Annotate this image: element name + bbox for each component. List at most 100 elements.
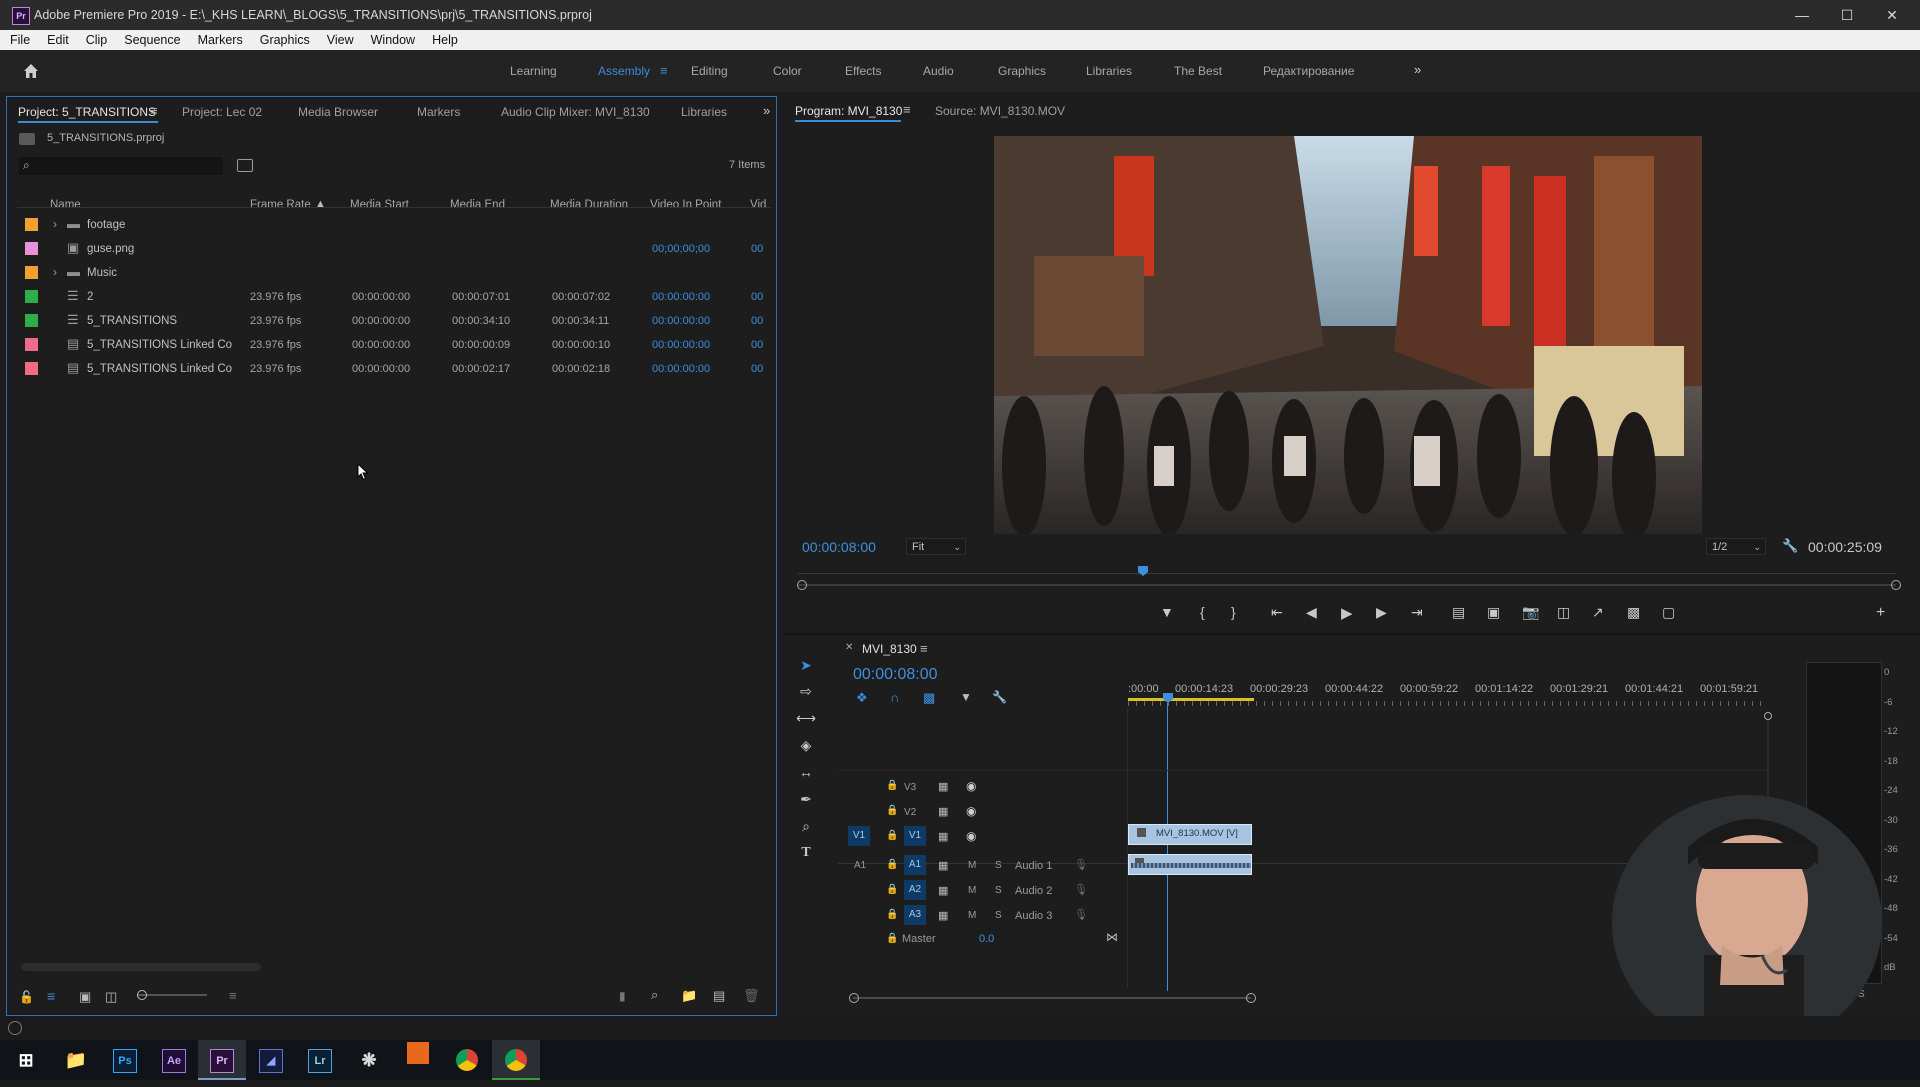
safe-margins-icon[interactable]: ▢ — [1662, 604, 1675, 621]
sync-lock-icon[interactable]: ▦ — [938, 909, 948, 922]
zoom-handle-left[interactable] — [797, 580, 807, 590]
column-media-end[interactable]: Media End — [450, 199, 505, 211]
linked-selection-icon[interactable]: ▩ — [923, 690, 935, 706]
lock-icon[interactable]: 🔓 — [19, 990, 34, 1004]
panel-menu-icon[interactable]: ≡ — [150, 103, 158, 118]
cell-vid[interactable]: 00 — [751, 315, 763, 327]
tab-media-browser[interactable]: Media Browser — [298, 105, 378, 119]
resolution-dropdown[interactable]: 1/2 ⌄ — [1706, 538, 1766, 555]
project-item-row[interactable]: › ▬ Music — [9, 261, 769, 285]
export-frame-icon[interactable]: 📷 — [1522, 604, 1539, 621]
maximize-button[interactable]: ☐ — [1825, 0, 1869, 30]
program-timecode[interactable]: 00:00:08:00 — [802, 539, 876, 555]
column-name[interactable]: Name — [50, 199, 81, 211]
track-target-label[interactable]: V1 — [904, 826, 926, 846]
source-patch-a1[interactable]: A1 — [854, 860, 866, 871]
list-view-icon[interactable]: ≡ — [47, 988, 55, 1004]
panel-overflow-icon[interactable]: » — [763, 103, 770, 118]
label-color-swatch[interactable] — [25, 218, 38, 231]
pen-tool-icon[interactable]: ✒ — [796, 789, 816, 809]
chrome-icon[interactable] — [443, 1040, 491, 1080]
add-marker-icon[interactable]: ▼ — [960, 690, 972, 704]
automate-to-sequence-icon[interactable]: ▮ — [619, 989, 626, 1003]
audio-clip[interactable] — [1128, 854, 1252, 875]
sequence-tab[interactable]: MVI_8130 — [862, 642, 917, 656]
minimize-button[interactable]: — — [1780, 0, 1824, 30]
workspace-libraries[interactable]: Libraries — [1086, 64, 1132, 78]
cell-in[interactable]: 00:00:00:00 — [652, 291, 710, 303]
tab-libraries[interactable]: Libraries — [681, 105, 727, 119]
column-video-in-point[interactable]: Video In Point — [650, 199, 721, 211]
workspace-russian[interactable]: Редактирование — [1263, 64, 1354, 78]
label-color-swatch[interactable] — [25, 290, 38, 303]
mark-in-icon[interactable]: { — [1200, 604, 1205, 620]
mute-button[interactable]: M — [968, 910, 976, 921]
close-button[interactable]: ✕ — [1870, 0, 1914, 30]
type-tool-icon[interactable]: T — [796, 843, 816, 863]
track-lock-icon[interactable]: 🔒 — [886, 830, 898, 841]
sync-lock-icon[interactable]: ▦ — [938, 780, 948, 793]
timeline-zoom-right-handle[interactable] — [1246, 993, 1256, 1003]
freeform-view-icon[interactable]: ◫ — [105, 989, 117, 1005]
microphone-icon[interactable]: 🎙 — [1074, 883, 1088, 896]
sort-icons-icon[interactable]: ≡ — [229, 988, 237, 1003]
button-editor-plus-icon[interactable]: + — [1876, 604, 1885, 622]
solo-button[interactable]: S — [995, 910, 1002, 921]
workspace-menu-icon[interactable]: ≡ — [660, 63, 668, 78]
menu-help[interactable]: Help — [422, 30, 465, 47]
find-icon[interactable]: ⌕ — [651, 987, 658, 1003]
tab-project-5-transitions[interactable]: Project: 5_TRANSITIONS — [18, 105, 156, 119]
track-target-label[interactable]: V2 — [904, 807, 916, 818]
track-lock-icon[interactable]: 🔒 — [886, 805, 898, 816]
timeline-zoom-left-handle[interactable] — [849, 993, 859, 1003]
zoom-tool-icon[interactable]: ⌕ — [796, 816, 816, 836]
timeline-settings-icon[interactable]: 🔧 — [992, 690, 1007, 704]
menu-window[interactable]: Window — [361, 30, 422, 47]
menu-markers[interactable]: Markers — [188, 30, 250, 47]
home-icon[interactable] — [22, 62, 40, 80]
track-lock-icon[interactable]: 🔒 — [886, 884, 898, 895]
cell-vid[interactable]: 00 — [751, 291, 763, 303]
workspace-graphics[interactable]: Graphics — [998, 64, 1046, 78]
panel-menu-icon[interactable]: ≡ — [903, 102, 911, 117]
mark-out-icon[interactable]: } — [1231, 604, 1236, 620]
workspace-learning[interactable]: Learning — [510, 64, 557, 78]
zoom-slider[interactable] — [137, 994, 207, 996]
cell-vid[interactable]: 00 — [751, 339, 763, 351]
track-select-tool-icon[interactable]: ⇨ — [796, 681, 816, 701]
go-to-out-icon[interactable]: ⇥ — [1411, 604, 1423, 621]
sync-lock-icon[interactable]: ▦ — [938, 805, 948, 818]
project-item-row[interactable]: ▣ guse.png 00;00;00;00 00 — [9, 237, 769, 261]
timeline-timecode[interactable]: 00:00:08:00 — [853, 666, 938, 684]
menu-sequence[interactable]: Sequence — [114, 30, 187, 47]
premiere-taskbar-icon[interactable]: Pr — [198, 1040, 246, 1080]
video-clip[interactable]: MVI_8130.MOV [V] — [1128, 824, 1252, 845]
search-input[interactable]: ⌕ — [19, 157, 223, 175]
tab-project-lec-02[interactable]: Project: Lec 02 — [182, 105, 262, 119]
workspace-audio[interactable]: Audio — [923, 64, 954, 78]
nest-toggle-icon[interactable]: ❖ — [856, 690, 868, 706]
project-item-row[interactable]: ▤ 5_TRANSITIONS Linked Co 23.976 fps 00:00:… — [9, 357, 769, 381]
mute-button[interactable]: M — [968, 860, 976, 871]
track-lock-icon[interactable]: 🔒 — [886, 780, 898, 791]
new-bin-icon[interactable]: 📁 — [681, 988, 697, 1004]
photoshop-icon[interactable]: Ps — [101, 1040, 149, 1080]
snap-icon[interactable]: ∩ — [890, 690, 899, 705]
label-color-swatch[interactable] — [25, 242, 38, 255]
sync-lock-icon[interactable]: ▦ — [938, 884, 948, 897]
proxy-toggle-icon[interactable]: ▩ — [1627, 604, 1640, 621]
workspace-effects[interactable]: Effects — [845, 64, 881, 78]
windows-start-icon[interactable]: ⊞ — [2, 1040, 50, 1080]
new-bin-from-search-icon[interactable] — [237, 159, 253, 172]
track-lock-icon[interactable]: 🔒 — [886, 859, 898, 870]
column-video[interactable]: Vid — [750, 199, 766, 211]
menu-clip[interactable]: Clip — [76, 30, 115, 47]
new-item-icon[interactable]: ▤ — [713, 988, 725, 1004]
settings-wrench-icon[interactable]: 🔧 — [1782, 538, 1798, 554]
project-item-row[interactable]: ☰ 5_TRANSITIONS 23.976 fps 00:00:00:00 00:00… — [9, 309, 769, 333]
file-explorer-icon[interactable]: 📁 — [52, 1040, 100, 1080]
expand-chevron-icon[interactable]: › — [53, 217, 57, 231]
cell-in[interactable]: 00:00:00:00 — [652, 339, 710, 351]
media-encoder-icon[interactable]: ◢ — [247, 1040, 295, 1080]
cell-in[interactable]: 00;00;00;00 — [652, 243, 710, 255]
